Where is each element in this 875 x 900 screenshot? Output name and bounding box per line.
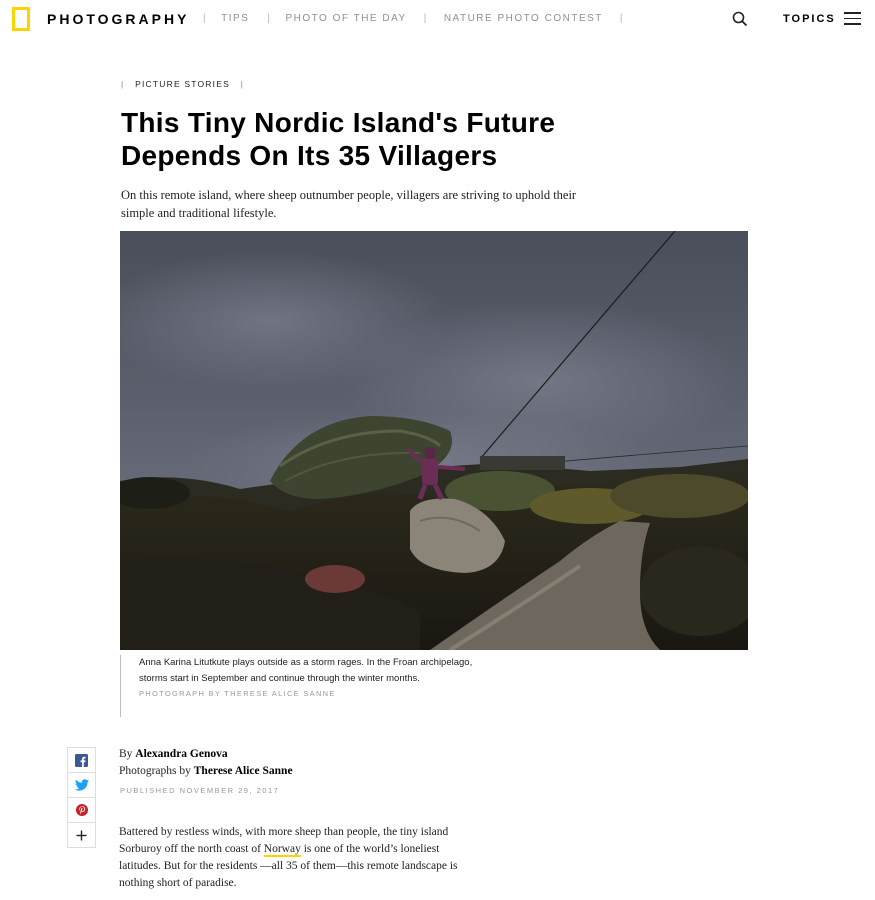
twitter-icon xyxy=(74,779,89,791)
headline-line-2: Depends On Its 35 Villagers xyxy=(121,140,498,171)
nav-item-photo-of-the-day[interactable]: PHOTO OF THE DAY xyxy=(285,13,406,24)
brand-title[interactable]: PHOTOGRAPHY xyxy=(47,11,189,27)
plus-icon xyxy=(76,830,87,840)
nav-separator: | xyxy=(203,13,208,24)
article-dek: On this remote island, where sheep outnu… xyxy=(121,188,577,220)
photos-prefix: Photographs by xyxy=(119,765,191,777)
author-name[interactable]: Alexandra Genova xyxy=(135,748,227,760)
published-date: PUBLISHED NOVEMBER 29, 2017 xyxy=(120,786,280,795)
photo-caption: Anna Karina Litutkute plays outside as a… xyxy=(120,655,499,717)
hamburger-menu-icon[interactable] xyxy=(844,12,861,25)
facebook-share-button[interactable] xyxy=(68,748,95,773)
article-body: Battered by restless winds, with more sh… xyxy=(119,824,479,892)
norway-link[interactable]: Norway xyxy=(263,843,301,857)
topics-button[interactable]: TOPICS xyxy=(783,13,836,25)
nav-item-nature-photo-contest[interactable]: NATURE PHOTO CONTEST xyxy=(444,13,603,24)
share-rail xyxy=(67,747,96,848)
nav-separator: | xyxy=(423,13,428,24)
site-header: PHOTOGRAPHY | TIPS | PHOTO OF THE DAY | … xyxy=(0,0,875,40)
photographer-line: Photographs by Therese Alice Sanne xyxy=(119,763,293,780)
pinterest-share-button[interactable] xyxy=(68,798,95,823)
top-nav: | TIPS | PHOTO OF THE DAY | NATURE PHOTO… xyxy=(203,13,624,24)
photo-credit: PHOTOGRAPH BY THERESE ALICE SANNE xyxy=(139,689,336,698)
hero-photo xyxy=(120,231,748,650)
nav-item-tips[interactable]: TIPS xyxy=(221,13,249,24)
pinterest-icon xyxy=(75,804,88,816)
caption-text: Anna Karina Litutkute plays outside as a… xyxy=(139,657,473,684)
headline-line-1: This Tiny Nordic Island's Future xyxy=(121,107,556,138)
search-icon[interactable] xyxy=(732,11,748,27)
section-kicker[interactable]: | PICTURE STORIES | xyxy=(121,79,244,89)
byline-prefix: By xyxy=(119,748,133,760)
page-title: This Tiny Nordic Island's Future Depends… xyxy=(121,106,641,172)
kicker-label[interactable]: PICTURE STORIES xyxy=(135,79,230,89)
photographer-name[interactable]: Therese Alice Sanne xyxy=(194,765,293,777)
more-share-button[interactable] xyxy=(68,823,95,847)
byline: By Alexandra Genova Photographs by There… xyxy=(119,746,293,780)
nav-separator: | xyxy=(619,13,625,24)
nat-geo-logo-icon[interactable] xyxy=(12,7,30,31)
hero-photo-illustration xyxy=(120,231,748,650)
twitter-share-button[interactable] xyxy=(68,773,95,798)
facebook-icon xyxy=(75,753,88,767)
nav-separator: | xyxy=(267,13,272,24)
author-line: By Alexandra Genova xyxy=(119,746,293,763)
